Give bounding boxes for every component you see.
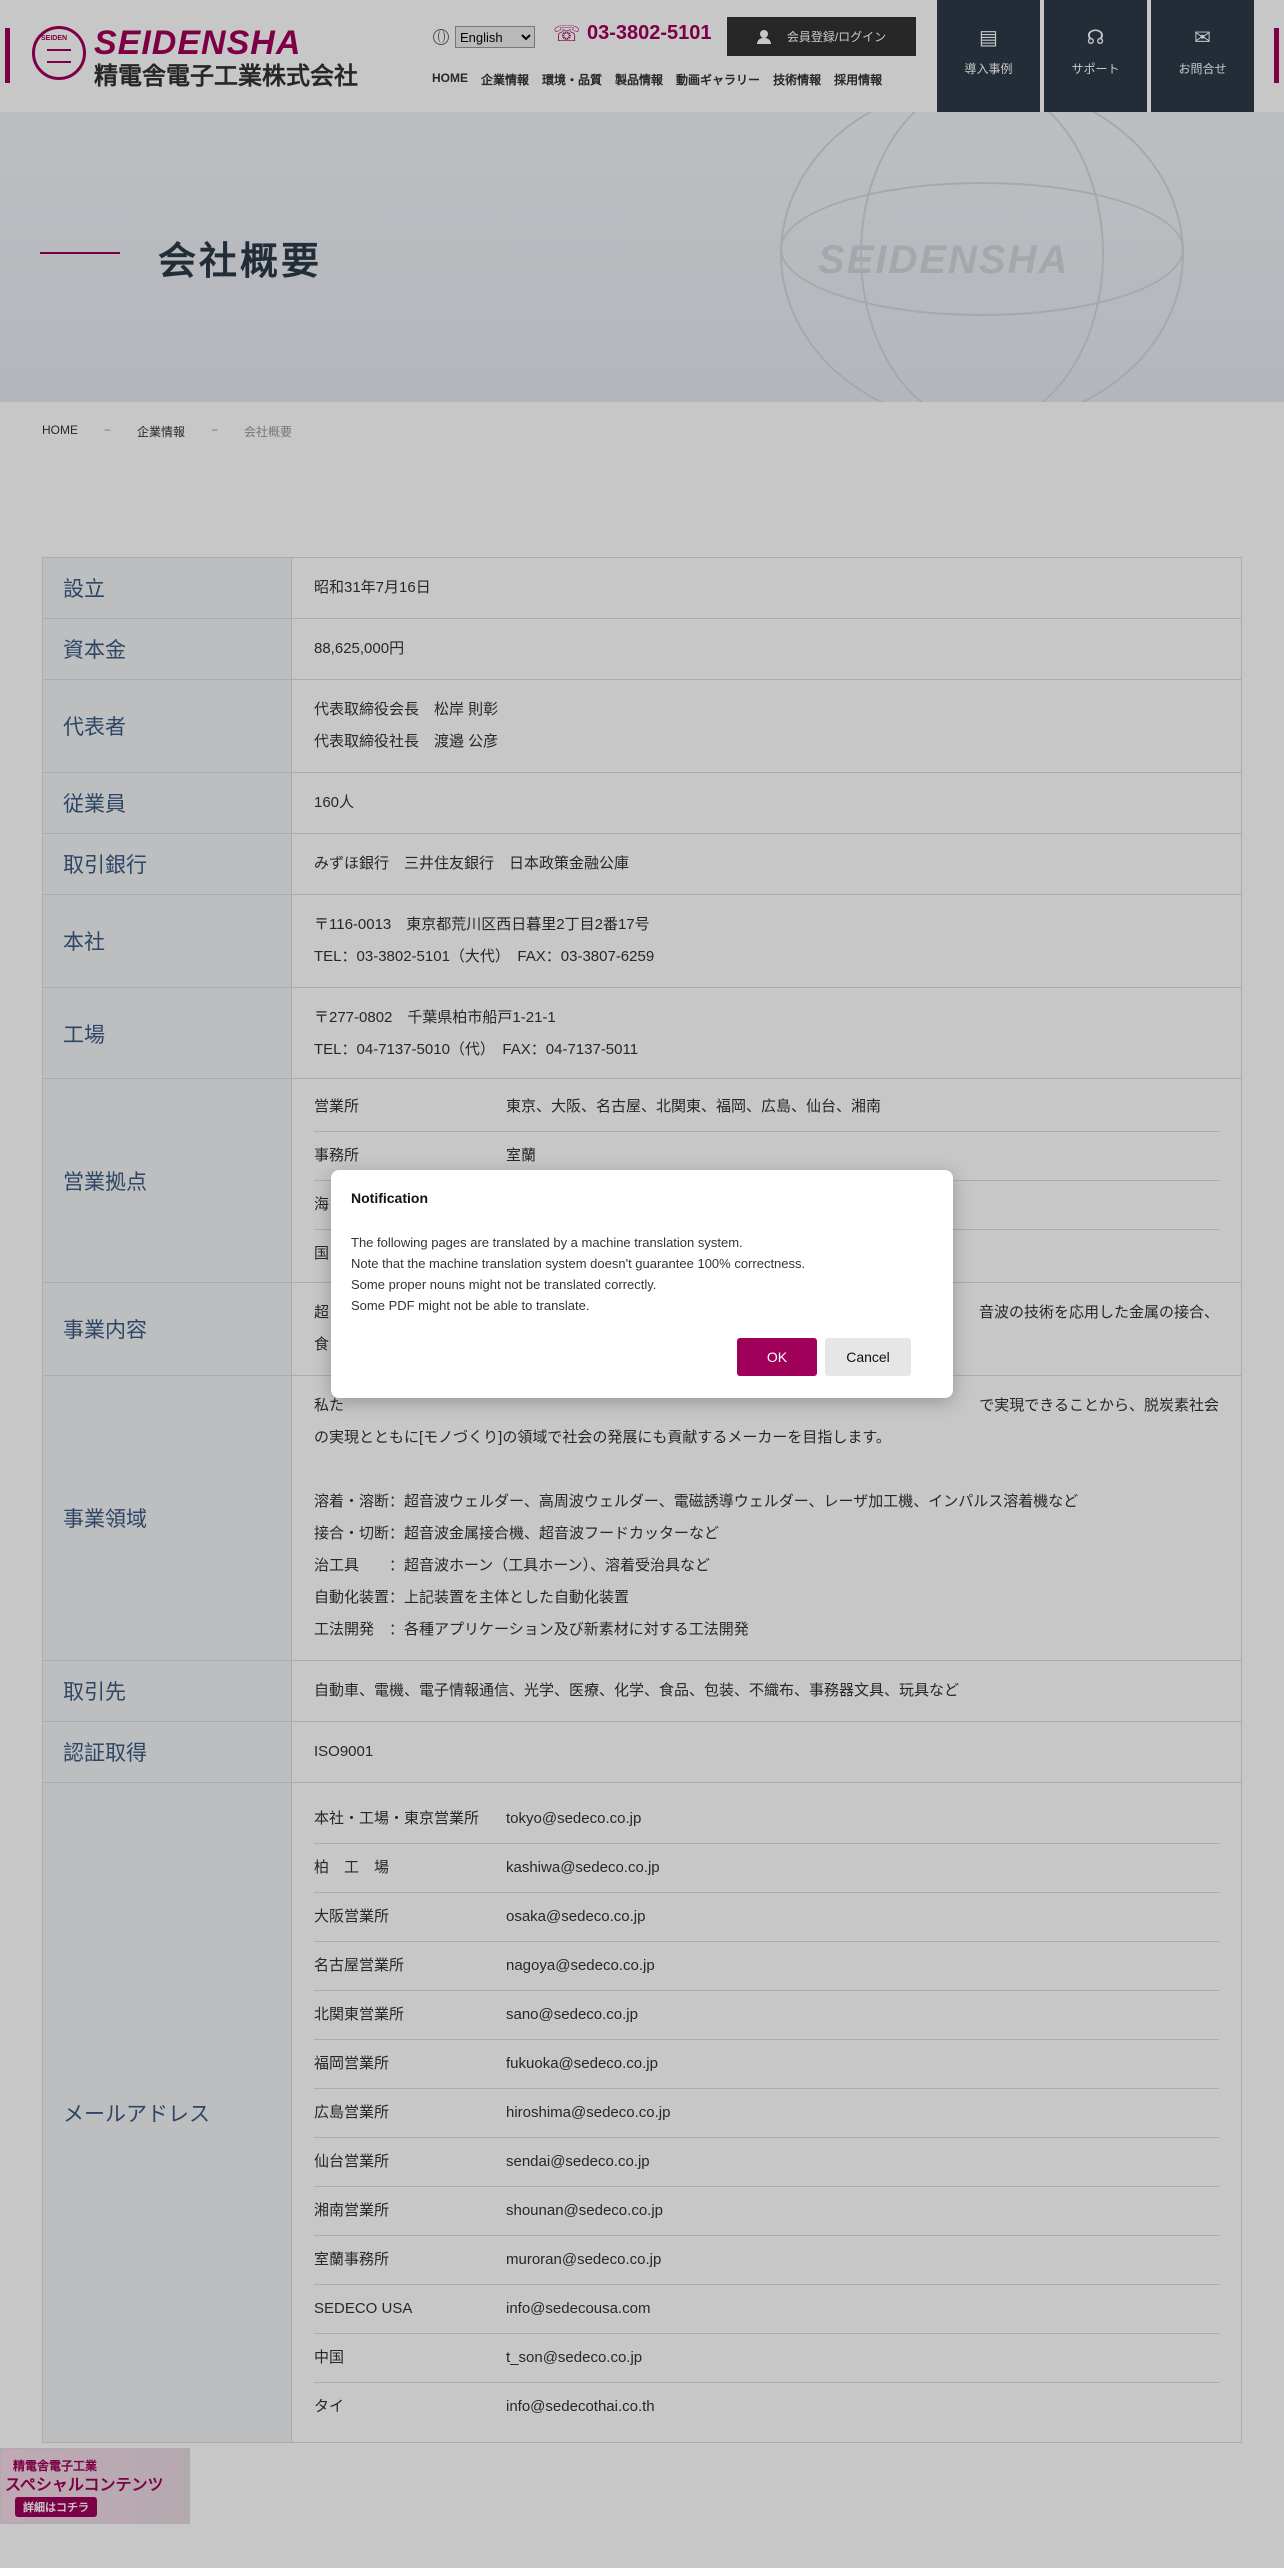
dialog-text: Some proper nouns might not be translate… [351, 1277, 657, 1292]
ok-button[interactable]: OK [737, 1338, 817, 1376]
dialog-text: The following pages are translated by a … [351, 1235, 743, 1250]
cancel-button[interactable]: Cancel [825, 1338, 911, 1376]
translation-notification-dialog: Notification The following pages are tra… [331, 1170, 953, 1398]
dialog-text: Note that the machine translation system… [351, 1256, 806, 1271]
dialog-title: Notification [351, 1190, 428, 1206]
dialog-text: Some PDF might not be able to translate. [351, 1298, 590, 1313]
